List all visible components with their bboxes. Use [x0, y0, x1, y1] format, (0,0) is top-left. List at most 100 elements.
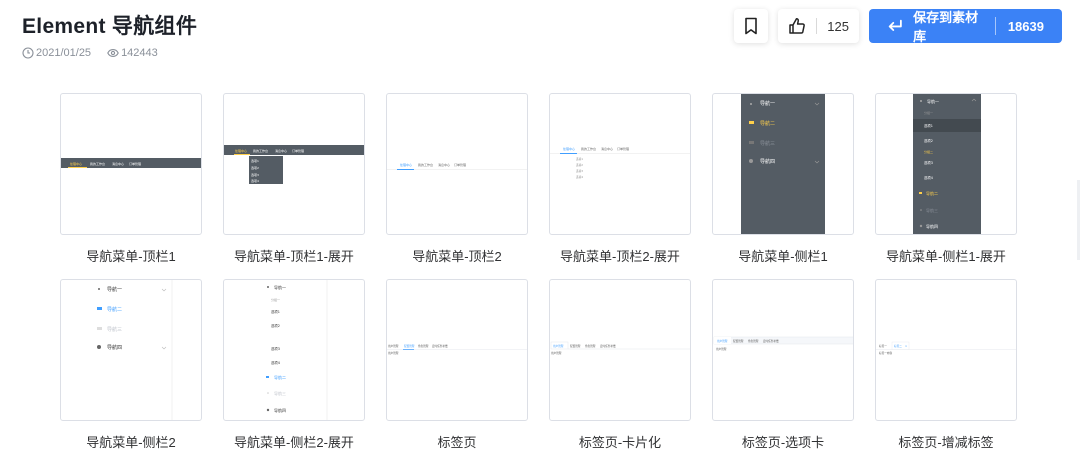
views-text: 142443 [121, 47, 158, 59]
preview-thumbnail: 处理中心 我的工作台 消息中心 订单管理 [386, 93, 528, 235]
svg-text:选项4: 选项4 [924, 175, 933, 180]
card-label: 标签页 [437, 435, 477, 450]
tabs-card-preview: 用户管理 配置管理 角色管理 定时任务补偿 用户管理 [550, 341, 690, 355]
component-card[interactable]: 处理中心 我的工作台 消息中心 订单管理 选项1 选项2 选项3 选项4 导航菜… [549, 93, 691, 269]
component-card[interactable]: 导航一 导航二 导航三 导航四 导航菜单-侧栏2 [60, 279, 202, 455]
component-card[interactable]: 导航一 分组一 选项1 选项2 选项3 选项4 导航二 导航三 导航四 导航菜单… [223, 279, 365, 455]
svg-text:订单管理: 订单管理 [129, 161, 141, 166]
enter-arrow-icon [888, 19, 902, 31]
svg-text:导航一: 导航一 [274, 284, 286, 290]
page-meta: 2021/01/25 142443 [22, 47, 158, 59]
save-to-library-button[interactable]: 保存到素材库 18639 [869, 9, 1062, 44]
svg-text:标签一: 标签一 [879, 344, 887, 348]
svg-text:导航一: 导航一 [927, 98, 939, 104]
svg-text:选项4: 选项4 [271, 360, 280, 365]
svg-text:用户管理: 用户管理 [388, 351, 399, 355]
svg-text:导航三: 导航三 [926, 207, 938, 213]
svg-text:选项3: 选项3 [251, 172, 259, 177]
svg-text:导航四: 导航四 [926, 223, 938, 229]
card-label: 导航菜单-侧栏1-展开 [886, 249, 1006, 264]
svg-text:配置管理: 配置管理 [404, 344, 415, 348]
svg-text:消息中心: 消息中心 [275, 148, 287, 153]
topbar-light-preview: 处理中心 我的工作台 消息中心 订单管理 [387, 162, 527, 170]
sidebar-dark-preview: 导航一 导航二 导航三 导航四 [741, 94, 825, 234]
svg-text:角色管理: 角色管理 [585, 344, 596, 348]
publish-date: 2021/01/25 [22, 47, 91, 59]
svg-text:选项4: 选项4 [251, 178, 259, 183]
thumbs-up-icon [789, 18, 806, 34]
component-card[interactable]: 用户管理 配置管理 角色管理 定时任务补偿 用户管理 标签页-选项卡 [712, 279, 854, 455]
svg-text:配置管理: 配置管理 [733, 339, 744, 343]
like-count: 125 [827, 18, 849, 34]
preview-thumbnail: 处理中心 我的工作台 消息中心 订单管理 [60, 93, 202, 235]
clock-icon [22, 47, 34, 59]
topbar-expanded-preview: 处理中心 我的工作台 消息中心 订单管理 选项1 选项2 选项3 选项4 [224, 145, 364, 184]
card-label: 标签页-卡片化 [578, 435, 662, 450]
preview-thumbnail: 处理中心 我的工作台 消息中心 订单管理 选项1 选项2 选项3 选项4 [549, 93, 691, 235]
svg-text:选项2: 选项2 [576, 163, 583, 167]
bookmark-button[interactable] [734, 9, 769, 43]
svg-text:角色管理: 角色管理 [748, 339, 759, 343]
like-divider [816, 18, 818, 34]
preview-thumbnail: 处理中心 我的工作台 消息中心 订单管理 选项1 选项2 选项3 选项4 [223, 93, 365, 235]
component-card[interactable]: 处理中心 我的工作台 消息中心 订单管理 选项1 选项2 选项3 选项4 导航菜… [223, 93, 365, 269]
preview-thumbnail: 标签一 标签二 × 标签一内容 [875, 279, 1017, 421]
component-card[interactable]: 导航一 分组一 选项1 选项2 分组二 选项3 选项4 导航二 导航三 导航四 … [875, 93, 1017, 269]
svg-text:选项1: 选项1 [924, 123, 933, 128]
sidebar-light-expanded-preview: 导航一 分组一 选项1 选项2 选项3 选项4 导航二 导航三 导航四 [266, 280, 328, 420]
svg-text:导航二: 导航二 [274, 374, 286, 380]
svg-text:选项2: 选项2 [271, 323, 280, 328]
preview-thumbnail: 导航一 分组一 选项1 选项2 选项3 选项4 导航二 导航三 导航四 [223, 279, 365, 421]
svg-text:选项2: 选项2 [251, 165, 259, 170]
card-label: 导航菜单-顶栏2 [412, 249, 502, 264]
svg-text:导航四: 导航四 [760, 158, 775, 165]
preview-thumbnail: 导航一 导航二 导航三 导航四 [712, 93, 854, 235]
svg-text:消息中心: 消息中心 [112, 161, 124, 166]
svg-text:用户管理: 用户管理 [716, 347, 727, 351]
preview-thumbnail: 导航一 分组一 选项1 选项2 分组二 选项3 选项4 导航二 导航三 导航四 [875, 93, 1017, 235]
card-label: 导航菜单-侧栏1 [738, 249, 828, 264]
component-card[interactable]: 处理中心 我的工作台 消息中心 订单管理 导航菜单-顶栏2 [386, 93, 528, 269]
action-bar: 125 保存到素材库 18639 [734, 9, 1062, 44]
component-card[interactable]: 处理中心 我的工作台 消息中心 订单管理 导航菜单-顶栏1 [60, 93, 202, 269]
sidebar-dark-expanded-preview: 导航一 分组一 选项1 选项2 分组二 选项3 选项4 导航二 导航三 导航四 [913, 94, 981, 234]
card-label: 导航菜单-顶栏1 [86, 249, 176, 264]
svg-text:订单管理: 订单管理 [292, 148, 304, 153]
svg-text:用户管理: 用户管理 [553, 344, 564, 348]
card-label: 标签页-增减标签 [898, 435, 994, 450]
svg-text:选项3: 选项3 [271, 346, 280, 351]
svg-text:导航四: 导航四 [274, 407, 286, 413]
svg-text:订单管理: 订单管理 [454, 162, 466, 167]
svg-text:分组一: 分组一 [924, 110, 933, 115]
svg-text:导航一: 导航一 [107, 286, 122, 293]
svg-text:导航二: 导航二 [760, 120, 775, 127]
sidebar-light-preview: 导航一 导航二 导航三 导航四 [97, 280, 173, 420]
tabs-editable-preview: 标签一 标签二 × 标签一内容 [876, 341, 1016, 355]
svg-text:用户管理: 用户管理 [717, 339, 728, 343]
component-card[interactable]: 导航一 导航二 导航三 导航四 导航菜单-侧栏1 [712, 93, 854, 269]
component-grid: 处理中心 我的工作台 消息中心 订单管理 导航菜单-顶栏1 处理中心 我的工作台… [60, 93, 1017, 455]
svg-text:选项1: 选项1 [576, 157, 583, 161]
save-divider [994, 17, 996, 35]
topbar-light-expanded-preview: 处理中心 我的工作台 消息中心 订单管理 选项1 选项2 选项3 选项4 [550, 146, 690, 179]
svg-text:分组二: 分组二 [924, 149, 933, 154]
svg-text:标签二: 标签二 [894, 344, 902, 348]
tabs-border-card-preview: 用户管理 配置管理 角色管理 定时任务补偿 用户管理 [713, 336, 853, 351]
component-card[interactable]: 标签一 标签二 × 标签一内容 标签页-增减标签 [875, 279, 1017, 455]
bookmark-icon [745, 17, 758, 35]
component-card[interactable]: 用户管理 配置管理 角色管理 定时任务补偿 用户管理 标签页-卡片化 [549, 279, 691, 455]
eye-icon [107, 49, 119, 57]
svg-text:定时任务补偿: 定时任务补偿 [432, 344, 448, 348]
svg-text:导航三: 导航三 [274, 390, 286, 396]
like-button[interactable]: 125 [778, 9, 859, 43]
svg-text:用户管理: 用户管理 [551, 351, 562, 355]
card-label: 导航菜单-侧栏2 [86, 435, 176, 450]
card-label: 导航菜单-顶栏1-展开 [234, 249, 354, 264]
date-text: 2021/01/25 [36, 47, 92, 59]
preview-thumbnail: 用户管理 配置管理 角色管理 定时任务补偿 用户管理 [386, 279, 528, 421]
card-label: 导航菜单-侧栏2-展开 [234, 435, 354, 450]
svg-text:导航一: 导航一 [760, 100, 775, 107]
svg-text:选项1: 选项1 [251, 158, 259, 163]
component-card[interactable]: 用户管理 配置管理 角色管理 定时任务补偿 用户管理 标签页 [386, 279, 528, 455]
save-count: 18639 [1007, 18, 1044, 34]
